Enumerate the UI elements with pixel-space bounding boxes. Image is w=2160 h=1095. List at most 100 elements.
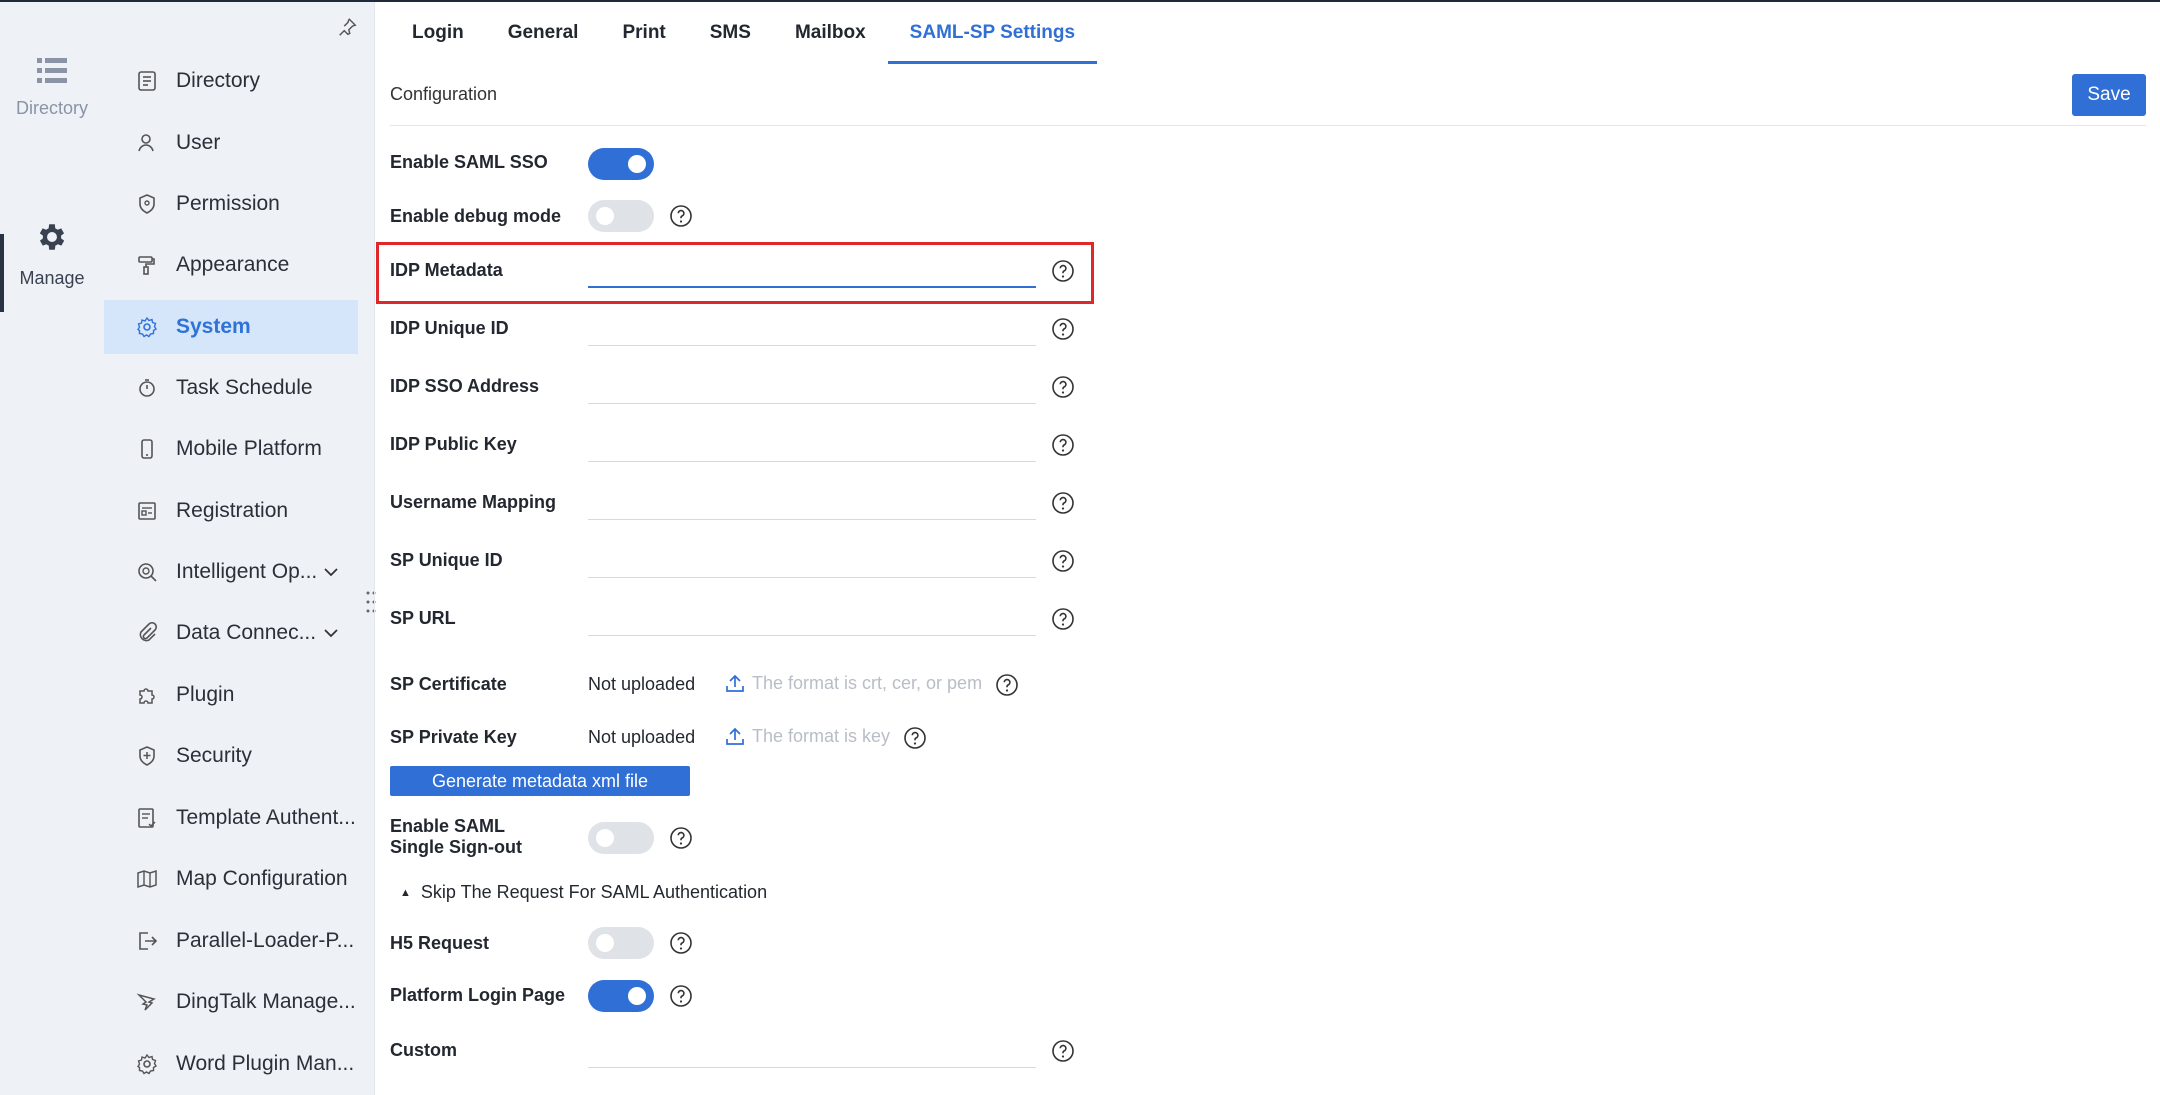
- sidebar-item-permission[interactable]: Permission: [104, 177, 358, 231]
- sidebar-item-plugin[interactable]: Plugin: [104, 668, 358, 722]
- sp-private-key-upload[interactable]: The format is key: [724, 725, 890, 747]
- map-icon: [137, 869, 157, 889]
- enable-saml-sso-label: Enable SAML SSO: [390, 152, 548, 172]
- sidebar-item-template-authentication[interactable]: Template Authent...: [104, 791, 358, 845]
- help-icon[interactable]: [1051, 607, 1075, 631]
- chevron-down-icon[interactable]: [322, 563, 340, 581]
- panel-divider: [374, 2, 375, 1095]
- section-divider: [390, 125, 2146, 126]
- sidebar-item-dingtalk[interactable]: DingTalk Manage...: [104, 975, 358, 1029]
- sidebar-item-directory[interactable]: Directory: [104, 54, 358, 108]
- sidebar-item-user[interactable]: User: [104, 116, 358, 170]
- platform-login-label: Platform Login Page: [390, 985, 566, 1005]
- username-mapping-input[interactable]: [588, 484, 1036, 520]
- sidebar-item-label: Map Configuration: [176, 867, 348, 890]
- puzzle-icon: [139, 688, 155, 704]
- idp-metadata-input[interactable]: [588, 252, 1036, 288]
- gear-icon: [39, 224, 65, 250]
- help-icon[interactable]: [1051, 259, 1075, 283]
- help-icon[interactable]: [995, 673, 1019, 697]
- sidebar-item-label: Security: [176, 744, 252, 767]
- help-icon[interactable]: [1051, 549, 1075, 573]
- custom-input[interactable]: [588, 1032, 1036, 1068]
- idp-unique-id-label: IDP Unique ID: [390, 318, 509, 338]
- idp-public-key-input[interactable]: [588, 426, 1036, 462]
- sidebar: Directory User Permission Appearance Sys…: [104, 2, 374, 1095]
- export-icon: [139, 932, 158, 950]
- sidebar-item-label: DingTalk Manage...: [176, 990, 356, 1013]
- tab-general[interactable]: General: [486, 2, 601, 64]
- save-button[interactable]: Save: [2072, 74, 2146, 116]
- sidebar-item-security[interactable]: Security: [104, 729, 358, 783]
- sidebar-item-label: Registration: [176, 499, 289, 522]
- single-signout-toggle[interactable]: [588, 822, 654, 854]
- sp-url-label: SP URL: [390, 608, 456, 628]
- sidebar-item-label: Directory: [176, 69, 261, 92]
- dingtalk-icon: [136, 993, 156, 1011]
- help-icon[interactable]: [903, 726, 927, 750]
- chevron-down-icon[interactable]: [322, 624, 340, 642]
- sidebar-item-data-connection[interactable]: Data Connec...: [104, 606, 358, 660]
- rail-item-directory[interactable]: Directory: [0, 58, 104, 119]
- help-icon[interactable]: [669, 984, 693, 1008]
- idp-sso-address-label: IDP SSO Address: [390, 376, 540, 396]
- sidebar-item-appearance[interactable]: Appearance: [104, 238, 358, 292]
- enable-saml-sso-toggle[interactable]: [588, 148, 654, 180]
- platform-login-toggle[interactable]: [588, 980, 654, 1012]
- sidebar-item-mobile-platform[interactable]: Mobile Platform: [104, 422, 358, 476]
- sidebar-item-label: Plugin: [176, 683, 235, 706]
- section-title: Configuration: [390, 84, 498, 104]
- tab-sms[interactable]: SMS: [688, 2, 773, 64]
- toggle-knob: [628, 987, 646, 1005]
- help-icon[interactable]: [669, 826, 693, 850]
- help-icon[interactable]: [1051, 317, 1075, 341]
- sp-certificate-upload[interactable]: The format is crt, cer, or pem: [724, 672, 982, 694]
- generate-metadata-button[interactable]: Generate metadata xml file: [390, 766, 690, 796]
- shield-plus-icon: [139, 746, 155, 766]
- sidebar-item-label: Template Authent...: [176, 806, 356, 829]
- gear-icon: [137, 316, 157, 338]
- paint-roller-icon: [138, 256, 155, 275]
- help-icon[interactable]: [669, 931, 693, 955]
- tab-print[interactable]: Print: [600, 2, 687, 64]
- help-icon[interactable]: [1051, 491, 1075, 515]
- sp-unique-id-input[interactable]: [588, 542, 1036, 578]
- sidebar-item-registration[interactable]: Registration: [104, 484, 358, 538]
- sidebar-item-system[interactable]: System: [104, 300, 358, 354]
- tab-saml-sp-settings[interactable]: SAML-SP Settings: [887, 2, 1098, 64]
- rail-active-indicator: [0, 234, 4, 312]
- sidebar-item-label: Intelligent Op...: [176, 560, 318, 583]
- sp-certificate-label: SP Certificate: [390, 674, 507, 694]
- sidebar-item-word-plugin[interactable]: Word Plugin Man...: [104, 1037, 358, 1091]
- caret-up-icon: ▲: [400, 886, 411, 899]
- help-icon[interactable]: [1051, 1039, 1075, 1063]
- tab-login[interactable]: Login: [390, 2, 486, 64]
- sidebar-item-task-schedule[interactable]: Task Schedule: [104, 361, 358, 415]
- skip-saml-section-toggle[interactable]: ▲ Skip The Request For SAML Authenticati…: [400, 882, 767, 903]
- rail-label: Manage: [19, 268, 85, 288]
- sidebar-item-map-configuration[interactable]: Map Configuration: [104, 852, 358, 906]
- sidebar-item-label: System: [176, 315, 251, 338]
- sidebar-item-parallel-loader[interactable]: Parallel-Loader-P...: [104, 914, 358, 968]
- rail-label: Directory: [15, 98, 88, 118]
- sidebar-item-label: User: [176, 131, 221, 154]
- rail-item-manage[interactable]: Manage: [0, 220, 104, 289]
- single-signout-label-line2: Single Sign-out: [390, 837, 522, 857]
- help-icon[interactable]: [1051, 375, 1075, 399]
- idp-unique-id-input[interactable]: [588, 310, 1036, 346]
- upload-hint: The format is key: [752, 725, 891, 746]
- pin-icon[interactable]: [336, 16, 358, 38]
- sp-private-key-label: SP Private Key: [390, 727, 517, 747]
- help-icon[interactable]: [1051, 433, 1075, 457]
- enable-debug-toggle[interactable]: [588, 200, 654, 232]
- idp-sso-address-input[interactable]: [588, 368, 1036, 404]
- gear-icon: [137, 1053, 157, 1075]
- document-list-icon: [138, 71, 156, 91]
- help-icon[interactable]: [669, 204, 693, 228]
- h5-request-toggle[interactable]: [588, 927, 654, 959]
- toggle-knob: [628, 155, 646, 173]
- sp-url-input[interactable]: [588, 600, 1036, 636]
- tab-mailbox[interactable]: Mailbox: [773, 2, 888, 64]
- sidebar-item-intelligent-ops[interactable]: Intelligent Op...: [104, 545, 358, 599]
- list-icon: [37, 58, 67, 83]
